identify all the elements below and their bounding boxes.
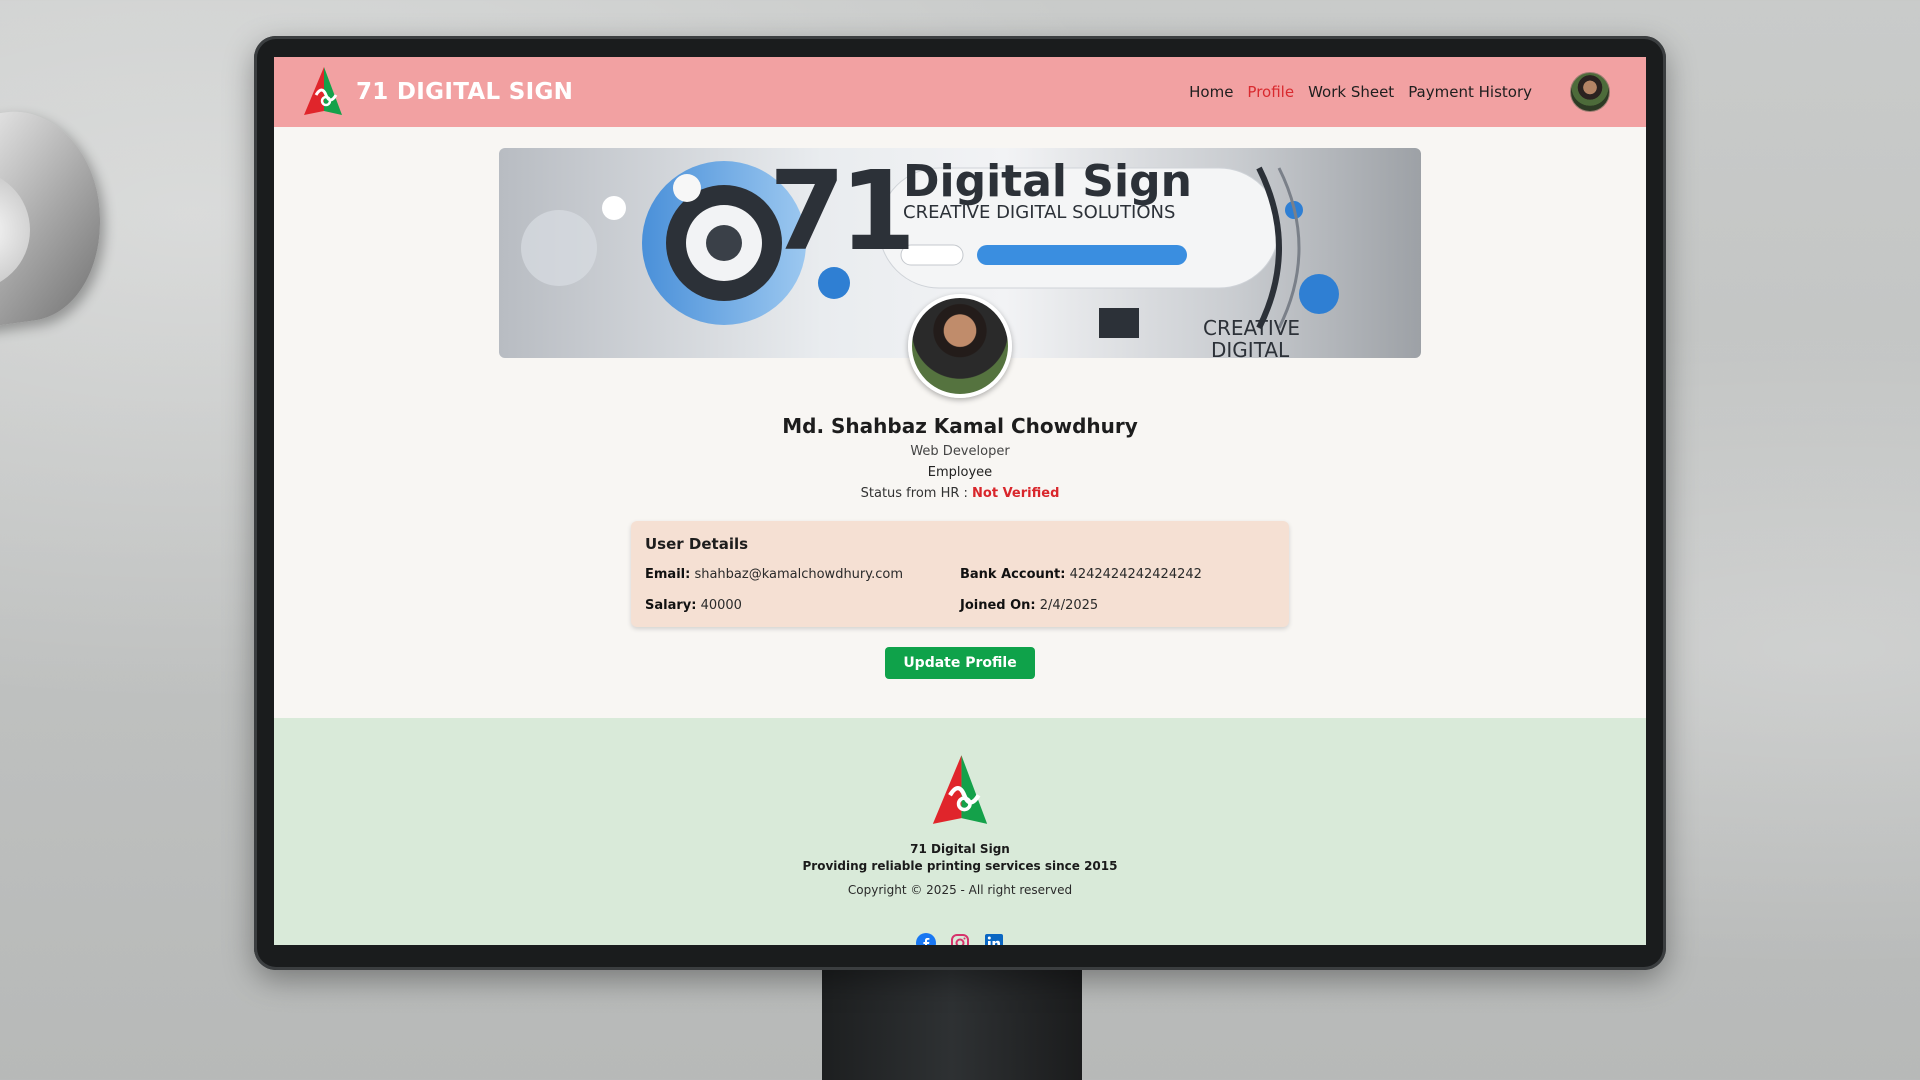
profile-identity: Md. Shahbaz Kamal Chowdhury Web Develope… (274, 414, 1646, 501)
nav-work-sheet[interactable]: Work Sheet (1308, 83, 1394, 101)
facebook-icon[interactable] (916, 933, 936, 945)
banner-title: Digital Sign (903, 156, 1192, 207)
update-profile-button[interactable]: Update Profile (885, 647, 1035, 679)
footer-copyright: Copyright © 2025 - All right reserved (847, 883, 1073, 897)
footer: 71 Digital Sign Providing reliable print… (274, 718, 1646, 945)
banner-number: 71 (769, 148, 916, 275)
nav-home[interactable]: Home (1189, 83, 1233, 101)
joined-value: 2/4/2025 (1039, 598, 1099, 613)
user-details-card: User Details Email: shahbaz@kamalchowdhu… (631, 521, 1289, 627)
linkedin-icon[interactable] (984, 933, 1004, 945)
user-details-title: User Details (645, 535, 749, 553)
salary-row: Salary: 40000 (645, 598, 960, 613)
user-details-grid: Email: shahbaz@kamalchowdhury.com Bank A… (645, 567, 1275, 613)
joined-row: Joined On: 2/4/2025 (960, 598, 1275, 613)
email-label: Email: (645, 567, 691, 582)
nav-links: Home Profile Work Sheet Payment History (1189, 83, 1532, 101)
nav-profile[interactable]: Profile (1247, 83, 1294, 101)
navbar: 71 DIGITAL SIGN Home Profile Work Sheet … (274, 57, 1646, 127)
screen: 71 DIGITAL SIGN Home Profile Work Sheet … (274, 57, 1646, 945)
footer-company: 71 Digital Sign (910, 842, 1010, 856)
social-links (274, 933, 1646, 945)
banner-corner-text-1: CREATIVE (1203, 316, 1301, 340)
banner-corner-text-2: DIGITAL (1211, 338, 1290, 358)
email-value: shahbaz@kamalchowdhury.com (694, 567, 904, 582)
monitor-stand (822, 960, 1082, 1080)
hr-status-value: Not Verified (972, 486, 1060, 501)
profile-role: Web Developer (910, 444, 1010, 459)
footer-logo (274, 752, 1646, 834)
joined-label: Joined On: (960, 598, 1036, 613)
nav-payment-history[interactable]: Payment History (1408, 83, 1532, 101)
salary-label: Salary: (645, 598, 697, 613)
salary-value: 40000 (700, 598, 742, 613)
brand-name: 71 DIGITAL SIGN (356, 79, 574, 105)
profile-type: Employee (927, 465, 993, 480)
instagram-icon[interactable] (950, 933, 970, 945)
footer-tagline: Providing reliable printing services sin… (802, 859, 1118, 873)
hr-status-label: Status from HR : (860, 486, 968, 501)
bank-row: Bank Account: 4242424242424242 (960, 567, 1275, 582)
user-avatar[interactable] (1570, 72, 1610, 112)
logo-mark-icon (932, 755, 988, 824)
logo-mark-icon (304, 67, 342, 115)
hr-status: Status from HR : Not Verified (274, 486, 1646, 501)
banner-wrap: 71 Digital Sign CREATIVE DIGITAL SOLUTIO… (499, 148, 1421, 398)
profile-name: Md. Shahbaz Kamal Chowdhury (782, 414, 1138, 438)
profile-photo (908, 294, 1012, 398)
bank-value: 4242424242424242 (1069, 567, 1202, 582)
brand[interactable]: 71 DIGITAL SIGN (302, 65, 573, 119)
banner-subtitle: CREATIVE DIGITAL SOLUTIONS (903, 202, 1176, 223)
bank-label: Bank Account: (960, 567, 1066, 582)
email-row: Email: shahbaz@kamalchowdhury.com (645, 567, 960, 582)
